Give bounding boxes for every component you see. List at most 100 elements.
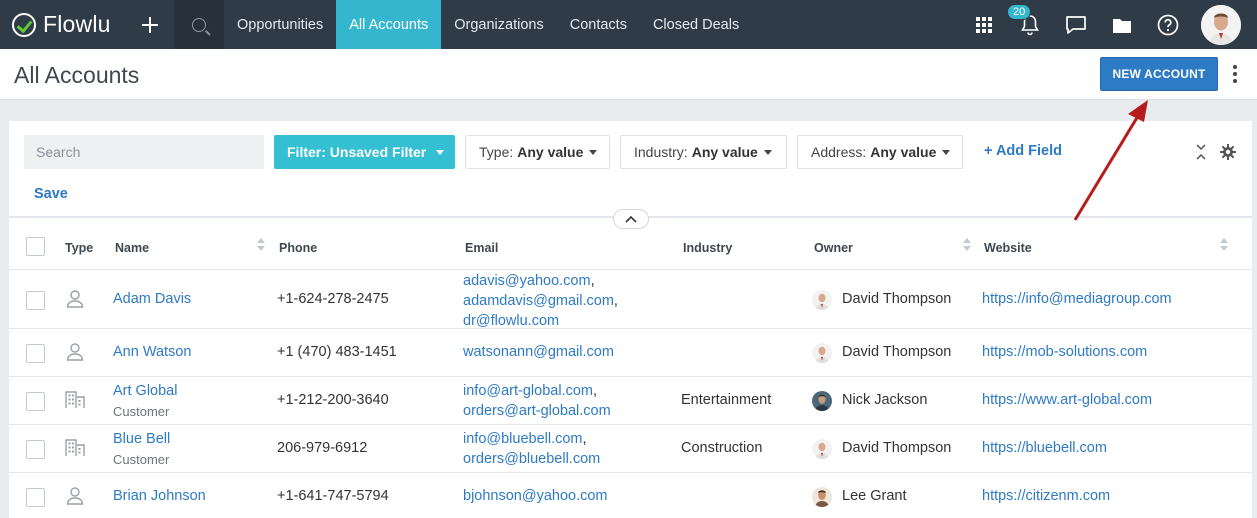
global-search-button[interactable] [174, 0, 224, 49]
table-row[interactable]: Blue Bell Customer 206-979-6912 info@blu… [9, 425, 1252, 473]
account-name-link[interactable]: Adam Davis [113, 291, 191, 307]
column-header-email[interactable]: Email [465, 241, 498, 255]
kebab-dot-icon [1233, 79, 1237, 83]
email-link[interactable]: adamdavis@gmail.com [463, 293, 614, 309]
email-link[interactable]: dr@flowlu.com [463, 313, 559, 329]
nav-closed-deals[interactable]: Closed Deals [640, 0, 752, 49]
email-list: watsonann@gmail.com [463, 342, 614, 362]
column-header-industry[interactable]: Industry [683, 241, 732, 255]
column-header-owner[interactable]: Owner [814, 241, 853, 255]
account-name-link[interactable]: Ann Watson [113, 344, 191, 360]
person-icon [66, 290, 84, 308]
column-header-website[interactable]: Website [984, 241, 1032, 255]
sort-icon[interactable] [963, 237, 971, 253]
industry-value: Construction [681, 440, 763, 456]
table-row[interactable]: Art Global Customer +1-212-200-3640 info… [9, 377, 1252, 425]
building-icon [65, 439, 85, 456]
row-checkbox[interactable] [26, 392, 45, 411]
filters-toggle-button[interactable] [613, 209, 649, 229]
kebab-dot-icon [1233, 72, 1237, 76]
owner-avatar [812, 391, 832, 411]
nav-all-accounts[interactable]: All Accounts [336, 0, 442, 49]
email-link[interactable]: orders@art-global.com [463, 403, 611, 419]
row-checkbox[interactable] [26, 291, 45, 310]
column-header-name[interactable]: Name [115, 241, 149, 255]
row-checkbox[interactable] [26, 344, 45, 363]
email-link[interactable]: watsonann@gmail.com [463, 344, 614, 360]
owner-avatar [812, 487, 832, 507]
add-field-link[interactable]: + Add Field [984, 143, 1062, 159]
address-filter-dropdown[interactable]: Address: Any value [797, 135, 963, 169]
select-all-checkbox[interactable] [26, 237, 45, 256]
website-link[interactable]: https://info@mediagroup.com [982, 291, 1172, 307]
industry-filter-value: Any value [691, 144, 758, 160]
website-link[interactable]: https://www.art-global.com [982, 392, 1152, 408]
account-name-link[interactable]: Blue Bell [113, 431, 170, 447]
chat-button[interactable] [1053, 0, 1099, 49]
create-new-button[interactable] [126, 0, 174, 49]
nav-organizations[interactable]: Organizations [441, 0, 556, 49]
folder-icon [1113, 18, 1131, 33]
new-account-button[interactable]: NEW ACCOUNT [1100, 57, 1218, 91]
email-list: info@bluebell.com, orders@bluebell.com [463, 431, 601, 467]
industry-value: Entertainment [681, 392, 772, 408]
account-name-link[interactable]: Brian Johnson [113, 488, 206, 504]
person-icon [66, 343, 84, 361]
website-link[interactable]: https://bluebell.com [982, 440, 1107, 456]
caret-down-icon [436, 149, 445, 155]
phone-value: +1 (470) 483-1451 [277, 344, 397, 360]
documents-button[interactable] [1099, 0, 1145, 49]
sort-icon[interactable] [1220, 237, 1228, 253]
column-header-type[interactable]: Type [65, 241, 93, 255]
account-name-link[interactable]: Art Global [113, 383, 177, 399]
row-checkbox[interactable] [26, 440, 45, 459]
search-input[interactable] [24, 135, 264, 169]
apps-grid-button[interactable] [961, 0, 1007, 49]
email-link[interactable]: info@bluebell.com [463, 431, 583, 447]
chevron-up-icon [625, 215, 637, 223]
email-link[interactable]: adavis@yahoo.com [463, 273, 591, 289]
type-filter-dropdown[interactable]: Type: Any value [465, 135, 610, 169]
type-filter-value: Any value [517, 144, 584, 160]
industry-filter-dropdown[interactable]: Industry: Any value [620, 135, 787, 169]
person-icon [66, 487, 84, 505]
table-row[interactable]: Brian Johnson +1-641-747-5794 bjohnson@y… [9, 473, 1252, 518]
user-avatar-icon [1201, 4, 1241, 45]
address-filter-value: Any value [870, 144, 937, 160]
notifications-button[interactable]: 20 [1007, 0, 1053, 49]
chat-icon [1066, 15, 1086, 34]
phone-value: +1-641-747-5794 [277, 488, 389, 504]
filter-button-label: Filter: Unsaved Filter [287, 144, 427, 160]
sort-icon[interactable] [257, 237, 265, 253]
industry-filter-label: Industry: [634, 144, 688, 160]
owner-avatar-icon [812, 290, 832, 310]
website-link[interactable]: https://citizenm.com [982, 488, 1110, 504]
save-filter-link[interactable]: Save [34, 186, 68, 202]
owner-name: David Thompson [842, 344, 952, 360]
kebab-dot-icon [1233, 65, 1237, 69]
caret-down-icon [589, 149, 598, 155]
table-row[interactable]: Adam Davis +1-624-278-2475 adavis@yahoo.… [9, 271, 1252, 329]
app-logo[interactable]: Flowlu [0, 0, 126, 49]
saved-filter-dropdown[interactable]: Filter: Unsaved Filter [274, 135, 455, 169]
email-list: info@art-global.com, orders@art-global.c… [463, 383, 611, 419]
collapse-icon[interactable] [1195, 143, 1207, 161]
more-options-button[interactable] [1228, 63, 1242, 85]
email-link[interactable]: orders@bluebell.com [463, 451, 600, 467]
table-row[interactable]: Ann Watson +1 (470) 483-1451 watsonann@g… [9, 329, 1252, 377]
row-checkbox[interactable] [26, 488, 45, 507]
plus-icon [142, 16, 158, 33]
nav-contacts[interactable]: Contacts [557, 0, 640, 49]
email-link[interactable]: info@art-global.com [463, 383, 593, 399]
user-avatar[interactable] [1201, 4, 1241, 45]
owner-name: Nick Jackson [842, 392, 928, 408]
account-subtitle: Customer [113, 452, 170, 467]
website-link[interactable]: https://mob-solutions.com [982, 344, 1147, 360]
column-header-phone[interactable]: Phone [279, 241, 317, 255]
nav-opportunities[interactable]: Opportunities [224, 0, 336, 49]
settings-gear-icon[interactable] [1220, 144, 1236, 160]
help-button[interactable] [1145, 0, 1191, 49]
email-link[interactable]: bjohnson@yahoo.com [463, 488, 608, 504]
owner-avatar-icon [812, 391, 832, 411]
top-navbar: Flowlu Opportunities All Accounts Organi… [0, 0, 1257, 49]
